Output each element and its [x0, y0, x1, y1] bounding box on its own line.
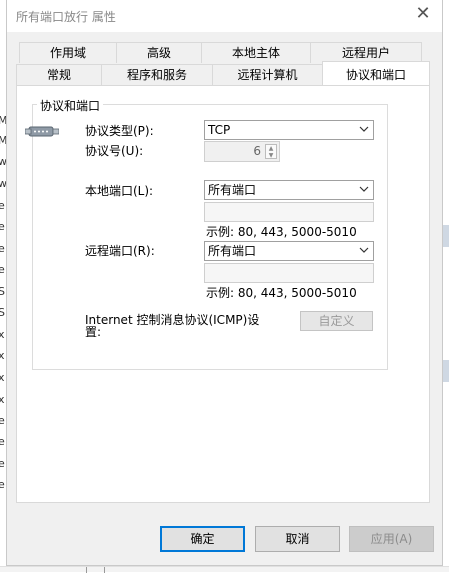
tab-protocols-ports[interactable]: 协议和端口	[322, 61, 430, 85]
background-highlight	[443, 225, 449, 247]
network-protocol-icon	[25, 126, 59, 137]
spin-buttons[interactable]: ▲ ▼	[265, 144, 277, 159]
icmp-label-line2: 置:	[85, 325, 102, 339]
background-letter: S	[0, 285, 5, 298]
tab-remote-computers[interactable]: 远程计算机	[212, 64, 323, 85]
chevron-down-icon	[359, 126, 369, 132]
remote-port-label: 远程端口(R):	[85, 244, 155, 258]
protocol-number-value: 6	[253, 144, 261, 158]
remote-port-select[interactable]: 所有端口	[204, 241, 374, 261]
remote-port-example: 示例: 80, 443, 5000-5010	[206, 286, 357, 300]
local-port-select[interactable]: 所有端口	[204, 180, 374, 200]
customize-button[interactable]: 自定义	[300, 311, 373, 331]
local-port-input[interactable]	[204, 202, 374, 222]
protocol-number-stepper[interactable]: 6 ▲ ▼	[204, 141, 280, 162]
spin-up-icon[interactable]: ▲	[266, 145, 276, 152]
chevron-down-icon	[359, 247, 369, 253]
background-bottom-strip	[0, 566, 449, 573]
background-letter: x	[0, 349, 5, 362]
tab-local-principals[interactable]: 本地主体	[201, 42, 311, 63]
background-letter: e	[0, 435, 5, 448]
tab-advanced[interactable]: 高级	[116, 42, 202, 63]
tab-row-front: 常规 程序和服务 远程计算机 协议和端口	[16, 61, 430, 85]
protocol-type-label: 协议类型(P):	[85, 124, 154, 138]
local-port-example: 示例: 80, 443, 5000-5010	[206, 225, 357, 239]
close-icon[interactable]: ✕	[413, 4, 433, 24]
background-letter: e	[0, 242, 5, 255]
spin-down-icon[interactable]: ▼	[266, 152, 276, 159]
icmp-label-line1: Internet 控制消息协议(ICMP)设	[85, 313, 260, 327]
tab-programs-services[interactable]: 程序和服务	[101, 64, 213, 85]
background-letter: e	[0, 199, 5, 212]
tab-general[interactable]: 常规	[16, 64, 102, 85]
background-letter: S	[0, 306, 5, 319]
icmp-settings-label: Internet 控制消息协议(ICMP)设 置:	[85, 314, 259, 338]
tab-scope[interactable]: 作用域	[19, 42, 117, 63]
ok-button[interactable]: 确定	[160, 526, 245, 552]
title-bar[interactable]: 所有端口放行 属性 ✕	[7, 0, 442, 32]
window-title: 所有端口放行 属性	[16, 10, 116, 24]
background-letter: e	[0, 457, 5, 470]
local-port-value: 所有端口	[208, 183, 257, 197]
chevron-down-icon	[359, 186, 369, 192]
background-letter: e	[0, 414, 5, 427]
apply-button[interactable]: 应用(A)	[349, 526, 434, 552]
protocol-type-value: TCP	[208, 123, 231, 137]
background-letter: x	[0, 371, 5, 384]
tab-row-back: 作用域 高级 本地主体 远程用户	[19, 42, 422, 63]
background-letter: e	[0, 220, 5, 233]
background-letter: e	[0, 478, 5, 491]
protocol-number-label: 协议号(U):	[85, 144, 144, 158]
tab-panel: 协议和端口 协议类型(P): TCP 协议号(U): 6 ▲ ▼ 本地端口(L)…	[16, 85, 430, 503]
background-letter: x	[0, 393, 5, 406]
protocol-type-select[interactable]: TCP	[204, 120, 374, 140]
background-highlight	[443, 360, 449, 382]
properties-dialog: 所有端口放行 属性 ✕ 作用域 高级 本地主体 远程用户 常规 程序和服务 远程…	[6, 0, 443, 566]
remote-port-value: 所有端口	[208, 244, 257, 258]
cancel-button[interactable]: 取消	[255, 526, 340, 552]
remote-port-input[interactable]	[204, 263, 374, 283]
background-letter: x	[0, 328, 5, 341]
tab-remote-users[interactable]: 远程用户	[310, 42, 422, 63]
local-port-label: 本地端口(L):	[85, 184, 154, 198]
background-letter: e	[0, 263, 5, 276]
group-title: 协议和端口	[37, 97, 104, 114]
